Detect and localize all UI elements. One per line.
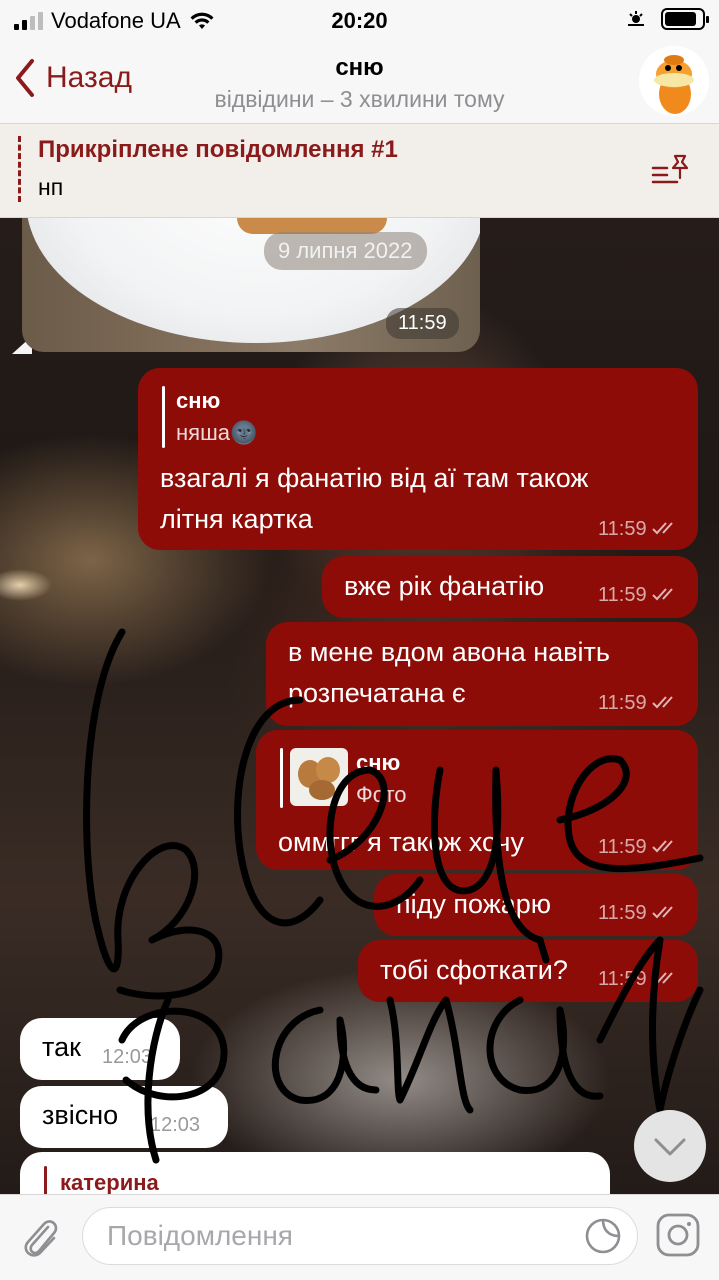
pin-list-icon[interactable] [651, 154, 691, 188]
status-right [625, 8, 709, 30]
reply-author: катерина [60, 1170, 159, 1195]
message-time: 12:03 [102, 1046, 153, 1068]
message-text: звісно [42, 1100, 119, 1130]
status-bar: Vodafone UA 20:20 [0, 0, 719, 40]
reply-text: няша🌚 [176, 420, 258, 445]
double-check-icon [652, 588, 673, 601]
message-time: 11:59 [598, 836, 647, 858]
pinned-indicator [18, 136, 21, 202]
battery-level [665, 12, 696, 26]
message-text: тобі сфоткати? [380, 955, 568, 985]
message-text: вже рік фанатію [344, 571, 545, 601]
pinned-title: Прикріплене повідомлення #1 [38, 136, 398, 163]
last-seen-status: відвідини – 3 хвилини тому [214, 86, 505, 112]
double-check-icon [652, 906, 673, 919]
outgoing-message[interactable]: в мене вдом авона навіть розпечатана є 1… [266, 622, 698, 726]
outgoing-message[interactable]: вже рік фанатію 11:59 [322, 556, 698, 618]
outgoing-message[interactable]: тобі сфоткати? 11:59 [358, 940, 698, 1002]
incoming-message[interactable]: так 12:03 [20, 1018, 180, 1080]
message-text: літня картка [160, 504, 313, 534]
reply-author: сню [176, 388, 221, 413]
message-text: розпечатана є [288, 678, 466, 708]
message-input-bar [0, 1194, 719, 1280]
reply-author: сню [356, 750, 401, 775]
reply-indicator [280, 748, 283, 808]
message-input[interactable] [82, 1207, 638, 1265]
reply-indicator [162, 386, 165, 448]
double-check-icon [652, 522, 673, 535]
message-time: 11:59 [386, 308, 459, 339]
message-time: 11:59 [598, 692, 647, 714]
double-check-icon [652, 696, 673, 709]
battery-icon [661, 8, 709, 30]
avatar[interactable] [639, 46, 709, 116]
message-text: піду пожарю [396, 889, 552, 919]
outgoing-message[interactable]: сню няша🌚 взагалі я фанатію від аї там т… [138, 368, 698, 550]
paperclip-icon[interactable] [18, 1213, 62, 1261]
reply-text: Фото [356, 782, 407, 807]
chevron-down-icon [654, 1138, 686, 1156]
message-text: так [42, 1032, 81, 1062]
double-check-icon [652, 972, 673, 985]
message-text: взагалі я фанатію від аї там також [160, 463, 589, 493]
reply-photo-thumbnail [290, 748, 348, 806]
outgoing-message[interactable]: сню Фото оммггг я також хочу 11:59 [256, 730, 698, 870]
message-time: 11:59 [598, 902, 647, 924]
lorax-avatar-icon [639, 46, 709, 116]
incoming-message[interactable]: звісно 12:03 [20, 1086, 228, 1148]
message-time: 11:59 [598, 518, 647, 540]
date-separator: 9 липня 2022 [264, 232, 427, 270]
outgoing-message[interactable]: піду пожарю 11:59 [374, 874, 698, 936]
message-time: 12:03 [150, 1114, 201, 1136]
double-check-icon [652, 840, 673, 853]
message-time: 11:59 [598, 968, 647, 990]
message-text: оммггг я також хочу [278, 827, 524, 857]
pinned-text: нп [38, 174, 64, 200]
status-time: 20:20 [331, 8, 388, 33]
message-time: 11:59 [598, 584, 647, 606]
chat-header: Назад сню відвідини – 3 хвилини тому [0, 40, 719, 124]
sticker-icon[interactable] [584, 1217, 622, 1255]
message-text: в мене вдом авона навіть [288, 637, 610, 667]
chat-title[interactable]: сню [0, 54, 719, 82]
instagram-icon[interactable] [654, 1211, 702, 1259]
location-icon [628, 11, 644, 26]
scroll-to-bottom-button[interactable] [634, 1110, 706, 1182]
pinned-message[interactable]: Прикріплене повідомлення #1 нп [0, 124, 719, 218]
